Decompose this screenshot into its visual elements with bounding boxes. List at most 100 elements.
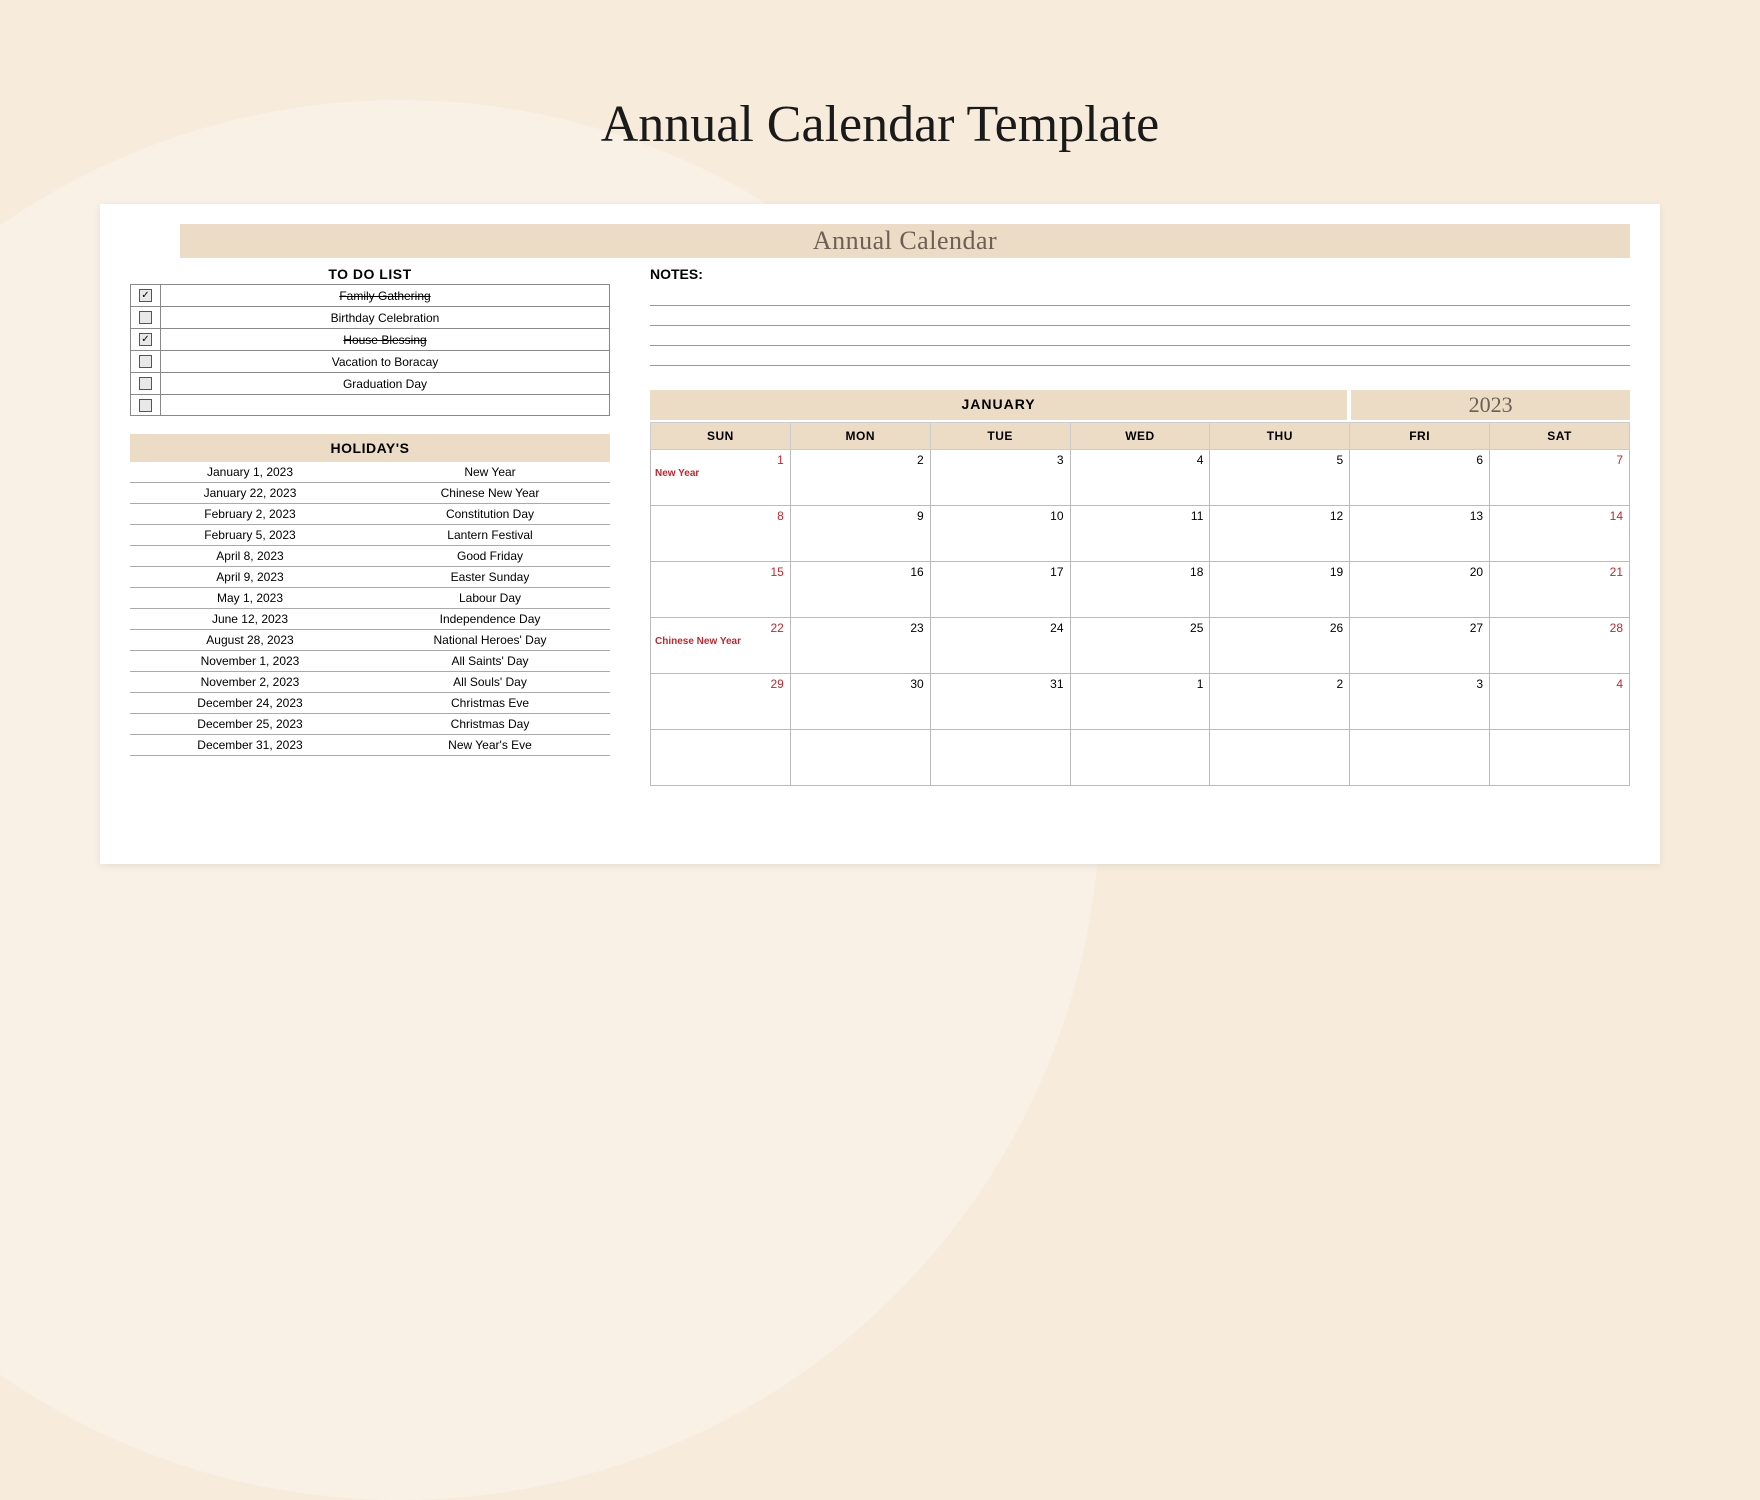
holiday-date: December 31, 2023 (130, 738, 370, 752)
note-line[interactable] (650, 286, 1630, 306)
holiday-name: Christmas Eve (370, 696, 610, 710)
calendar-cell[interactable] (651, 730, 791, 786)
calendar-cell[interactable]: 2 (1210, 674, 1350, 730)
calendar-cell[interactable]: 28 (1490, 618, 1630, 674)
calendar-cell[interactable]: 29 (651, 674, 791, 730)
todo-row[interactable]: ✓Family Gathering (130, 284, 610, 306)
holiday-date: December 24, 2023 (130, 696, 370, 710)
calendar-cell[interactable]: 4 (1490, 674, 1630, 730)
calendar-cell[interactable]: 22Chinese New Year (651, 618, 791, 674)
calendar-cell[interactable]: 16 (790, 562, 930, 618)
holiday-row: April 9, 2023Easter Sunday (130, 567, 610, 588)
calendar-cell[interactable]: 14 (1490, 506, 1630, 562)
holiday-date: April 8, 2023 (130, 549, 370, 563)
checkbox[interactable] (131, 351, 161, 372)
holiday-name: Chinese New Year (370, 486, 610, 500)
day-header: FRI (1350, 423, 1490, 450)
todo-row[interactable]: Birthday Celebration (130, 306, 610, 328)
holiday-date: February 2, 2023 (130, 507, 370, 521)
calendar-cell[interactable]: 27 (1350, 618, 1490, 674)
holiday-date: November 1, 2023 (130, 654, 370, 668)
calendar-cell[interactable]: 18 (1070, 562, 1210, 618)
holiday-row: November 2, 2023All Souls' Day (130, 672, 610, 693)
calendar-cell[interactable]: 19 (1210, 562, 1350, 618)
event-label: New Year (655, 468, 699, 479)
day-header: MON (790, 423, 930, 450)
calendar-cell[interactable]: 26 (1210, 618, 1350, 674)
holiday-row: August 28, 2023National Heroes' Day (130, 630, 610, 651)
holiday-name: New Year (370, 465, 610, 479)
calendar-cell[interactable]: 4 (1070, 450, 1210, 506)
holiday-name: Labour Day (370, 591, 610, 605)
calendar-cell[interactable]: 31 (930, 674, 1070, 730)
calendar-cell[interactable]: 11 (1070, 506, 1210, 562)
holiday-name: Christmas Day (370, 717, 610, 731)
day-header: THU (1210, 423, 1350, 450)
calendar-cell[interactable] (1070, 730, 1210, 786)
calendar-cell[interactable] (1490, 730, 1630, 786)
calendar-cell[interactable]: 15 (651, 562, 791, 618)
holiday-name: Easter Sunday (370, 570, 610, 584)
calendar-cell[interactable]: 2 (790, 450, 930, 506)
page-title: Annual Calendar Template (0, 0, 1760, 154)
todo-label: Graduation Day (161, 377, 609, 391)
day-header: TUE (930, 423, 1070, 450)
calendar-cell[interactable]: 5 (1210, 450, 1350, 506)
calendar-cell[interactable]: 3 (930, 450, 1070, 506)
holiday-name: Independence Day (370, 612, 610, 626)
calendar-cell[interactable]: 25 (1070, 618, 1210, 674)
todo-row[interactable]: Graduation Day (130, 372, 610, 394)
calendar-cell[interactable]: 6 (1350, 450, 1490, 506)
holiday-row: April 8, 2023Good Friday (130, 546, 610, 567)
calendar-cell[interactable]: 7 (1490, 450, 1630, 506)
calendar-cell[interactable]: 12 (1210, 506, 1350, 562)
holiday-date: June 12, 2023 (130, 612, 370, 626)
calendar-cell[interactable]: 30 (790, 674, 930, 730)
holiday-row: December 31, 2023New Year's Eve (130, 735, 610, 756)
calendar-cell[interactable]: 20 (1350, 562, 1490, 618)
holiday-name: All Saints' Day (370, 654, 610, 668)
todo-row[interactable]: ✓House Blessing (130, 328, 610, 350)
calendar-cell[interactable]: 9 (790, 506, 930, 562)
calendar-cell[interactable] (1210, 730, 1350, 786)
calendar-cell[interactable]: 10 (930, 506, 1070, 562)
holiday-name: Good Friday (370, 549, 610, 563)
checkbox[interactable] (131, 307, 161, 328)
calendar-cell[interactable] (1350, 730, 1490, 786)
event-label: Chinese New Year (655, 636, 741, 647)
checkbox[interactable] (131, 373, 161, 394)
calendar-cell[interactable]: 23 (790, 618, 930, 674)
day-header: SAT (1490, 423, 1630, 450)
note-line[interactable] (650, 346, 1630, 366)
holiday-date: November 2, 2023 (130, 675, 370, 689)
calendar-cell[interactable]: 17 (930, 562, 1070, 618)
checkbox[interactable]: ✓ (131, 329, 161, 350)
calendar-cell[interactable] (930, 730, 1070, 786)
notes-title: NOTES: (650, 266, 1630, 282)
note-line[interactable] (650, 306, 1630, 326)
note-line[interactable] (650, 326, 1630, 346)
calendar-cell[interactable]: 1New Year (651, 450, 791, 506)
year-label: 2023 (1351, 390, 1630, 420)
calendar-cell[interactable]: 21 (1490, 562, 1630, 618)
calendar-cell[interactable]: 24 (930, 618, 1070, 674)
todo-list: ✓Family Gathering Birthday Celebration ✓Ho… (130, 284, 610, 416)
calendar-cell[interactable] (790, 730, 930, 786)
calendar-cell[interactable]: 8 (651, 506, 791, 562)
checkbox[interactable] (131, 395, 161, 415)
holiday-row: February 5, 2023Lantern Festival (130, 525, 610, 546)
holiday-date: May 1, 2023 (130, 591, 370, 605)
calendar-cell[interactable]: 3 (1350, 674, 1490, 730)
holiday-date: January 1, 2023 (130, 465, 370, 479)
todo-label: Birthday Celebration (161, 311, 609, 325)
calendar-cell[interactable]: 1 (1070, 674, 1210, 730)
holiday-name: National Heroes' Day (370, 633, 610, 647)
checkbox[interactable]: ✓ (131, 285, 161, 306)
todo-label: Vacation to Boracay (161, 355, 609, 369)
todo-row[interactable] (130, 394, 610, 416)
holiday-row: June 12, 2023Independence Day (130, 609, 610, 630)
calendar-cell[interactable]: 13 (1350, 506, 1490, 562)
holiday-name: All Souls' Day (370, 675, 610, 689)
holiday-row: January 1, 2023New Year (130, 462, 610, 483)
todo-row[interactable]: Vacation to Boracay (130, 350, 610, 372)
